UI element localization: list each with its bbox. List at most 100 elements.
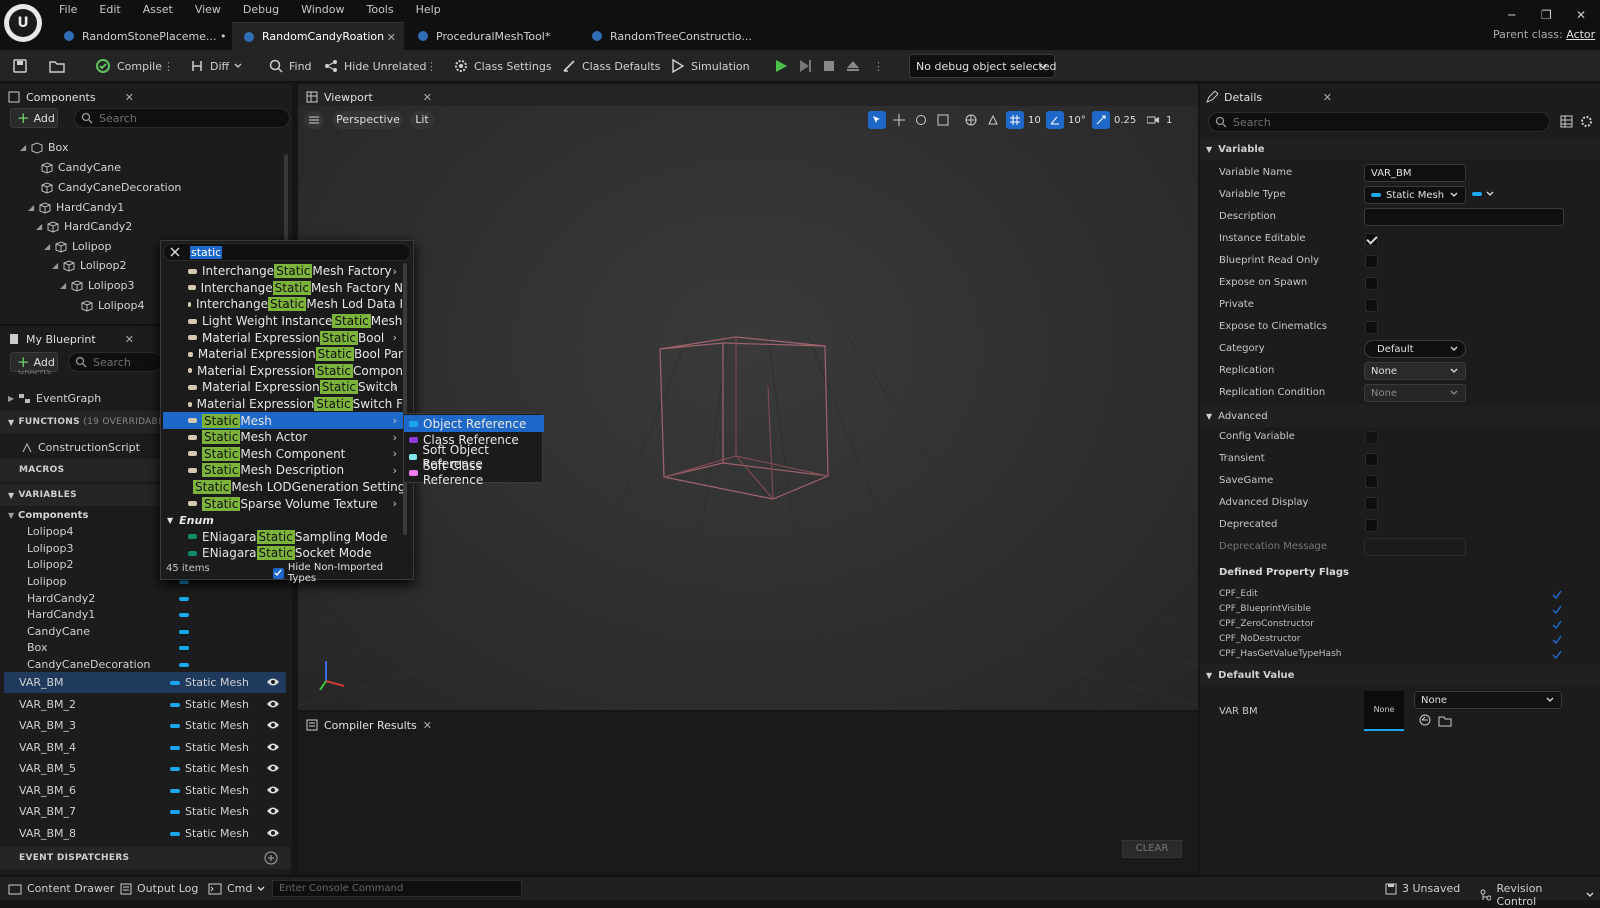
world-space-icon[interactable] [962,111,980,129]
type-item[interactable]: Static Mesh Component › [163,446,403,463]
var-lolipop3[interactable]: Lolipop3 [27,540,73,556]
hide-non-imported-toggle[interactable]: Hide Non-Imported Types [273,562,413,584]
class-defaults-button[interactable]: Class Defaults [561,56,660,76]
type-item[interactable]: Static Mesh › [163,412,403,429]
stop-button[interactable] [821,56,842,76]
close-icon[interactable]: ✕ [387,31,396,44]
output-log-button[interactable]: Output Log [120,882,198,895]
browse-asset-icon[interactable] [1438,713,1452,727]
rotate-tool-icon[interactable] [912,111,930,129]
play-button[interactable] [773,56,794,76]
enum-type-item[interactable]: ENiagara Static Sampling Mode [163,529,403,546]
var-row-var-bm-2[interactable]: VAR_BM_2 Static Mesh [4,694,286,715]
close-icon[interactable]: ✕ [125,91,134,104]
blueprint-read-only-checkbox[interactable] [1365,255,1378,268]
cmd-select[interactable]: Cmd [208,882,271,895]
console-command-input[interactable]: Enter Console Command [272,880,522,897]
default-value-section[interactable]: ▼ Default Value [1200,664,1600,686]
var-row-var-bm-6[interactable]: VAR_BM_6 Static Mesh [4,780,286,801]
reference-option[interactable]: Soft Class Reference [404,459,544,487]
class-settings-button[interactable]: Class Settings [453,56,552,76]
type-item[interactable]: Material Expression Static Bool › [163,329,403,346]
eye-icon[interactable] [266,699,280,709]
var-lolipop[interactable]: Lolipop [27,573,66,589]
kebab-icon[interactable]: ⋮ [426,56,437,76]
var-candycane-decoration[interactable]: CandyCaneDecoration [27,656,150,672]
camera-speed-value[interactable]: 1 [1166,115,1172,126]
type-item[interactable]: Material Expression Static Bool Par [163,346,403,363]
eye-icon[interactable] [266,720,280,730]
save-button[interactable] [12,56,33,76]
enum-type-item[interactable]: ENiagara Static Socket Mode [163,545,403,562]
enum-category-header[interactable]: ▼ Enum [163,512,403,529]
eye-icon[interactable] [266,763,280,773]
transient-checkbox[interactable] [1365,453,1378,466]
use-selected-asset-icon[interactable] [1418,713,1432,727]
container-type-select[interactable] [1472,189,1495,199]
tab-components[interactable]: Components ✕ [8,86,134,108]
variable-name-input[interactable]: VAR_BM [1364,164,1466,182]
kebab-icon[interactable]: ⋮ [873,56,884,76]
type-search-input[interactable]: static [163,243,411,261]
close-window-icon[interactable]: ✕ [1576,8,1586,22]
tree-item-lolipop[interactable]: ◢ Lolipop [44,237,111,255]
tab-procedural-mesh[interactable]: ProceduralMeshTool* [406,22,578,50]
tab-my-blueprint[interactable]: My Blueprint ✕ [8,328,134,350]
tree-item-box[interactable]: ◢ Box [20,138,68,156]
camera-speed-icon[interactable] [1144,111,1162,129]
event-dispatchers-section[interactable]: EVENT DISPATCHERS [0,847,290,869]
scale-snap-icon[interactable] [1092,111,1110,129]
eye-icon[interactable] [266,742,280,752]
scrollbar[interactable] [403,263,407,535]
type-item[interactable]: Material Expression Static Compon [163,363,403,380]
tab-viewport[interactable]: Viewport ✕ [306,86,432,108]
instance-editable-checkbox[interactable] [1365,233,1378,246]
replication-condition-select[interactable]: None [1364,384,1466,402]
type-item[interactable]: Interchange Static Mesh Lod Data I [163,296,403,313]
menu-debug[interactable]: Debug [232,0,290,20]
type-item[interactable]: Static Mesh Actor › [163,429,403,446]
savegame-checkbox[interactable] [1365,475,1378,488]
menu-help[interactable]: Help [405,0,452,20]
add-dispatcher-icon[interactable] [264,851,278,865]
simulation-button[interactable]: Simulation [670,56,750,76]
replication-select[interactable]: None [1364,362,1466,380]
content-drawer-button[interactable]: Content Drawer [8,882,114,895]
var-lolipop2[interactable]: Lolipop2 [27,556,73,572]
type-item[interactable]: Light Weight Instance Static Mesh [163,313,403,330]
eye-icon[interactable] [266,806,280,816]
blueprint-search-input[interactable]: Search [68,352,162,372]
description-input[interactable] [1364,208,1564,226]
tree-item-candycane-decoration[interactable]: CandyCaneDecoration [40,178,181,196]
tree-item-candycane[interactable]: CandyCane [40,158,121,176]
private-checkbox[interactable] [1365,299,1378,312]
parent-class-link[interactable]: Actor [1566,28,1595,41]
variable-type-select[interactable]: Static Mesh [1364,186,1466,204]
tab-compiler-results[interactable]: Compiler Results ✕ [306,714,432,736]
menu-tools[interactable]: Tools [355,0,404,20]
default-asset-select[interactable]: None [1414,691,1562,709]
compile-button[interactable]: Compile [94,56,162,76]
viewport-menu-button[interactable] [304,111,324,129]
tab-random-tree[interactable]: RandomTreeConstructio... [580,22,760,50]
tab-random-stone[interactable]: RandomStonePlaceme... • [52,22,232,50]
variable-section[interactable]: ▼ Variable [1200,138,1600,160]
eye-icon[interactable] [266,677,280,687]
config-variable-checkbox[interactable] [1365,431,1378,444]
viewport-canvas[interactable] [298,106,1198,710]
expose-on-spawn-checkbox[interactable] [1365,277,1378,290]
type-item[interactable]: Material Expression Static Switch › [163,379,403,396]
eject-button[interactable] [845,56,866,76]
category-combo[interactable]: Default [1364,340,1466,358]
property-matrix-icon[interactable] [1560,115,1573,128]
tree-item-lolipop4[interactable]: Lolipop4 [80,296,144,314]
components-search-input[interactable]: Search [74,108,290,128]
var-row-var-bm-4[interactable]: VAR_BM_4 Static Mesh [4,737,286,758]
var-row-var-bm-7[interactable]: VAR_BM_7 Static Mesh [4,801,286,822]
rotation-snap-icon[interactable] [1046,111,1064,129]
hide-unrelated-button[interactable]: Hide Unrelated [323,56,427,76]
menu-edit[interactable]: Edit [88,0,131,20]
var-row-var-bm[interactable]: VAR_BM Static Mesh [4,672,286,693]
eye-icon[interactable] [266,828,280,838]
unreal-logo[interactable]: U [4,4,42,42]
